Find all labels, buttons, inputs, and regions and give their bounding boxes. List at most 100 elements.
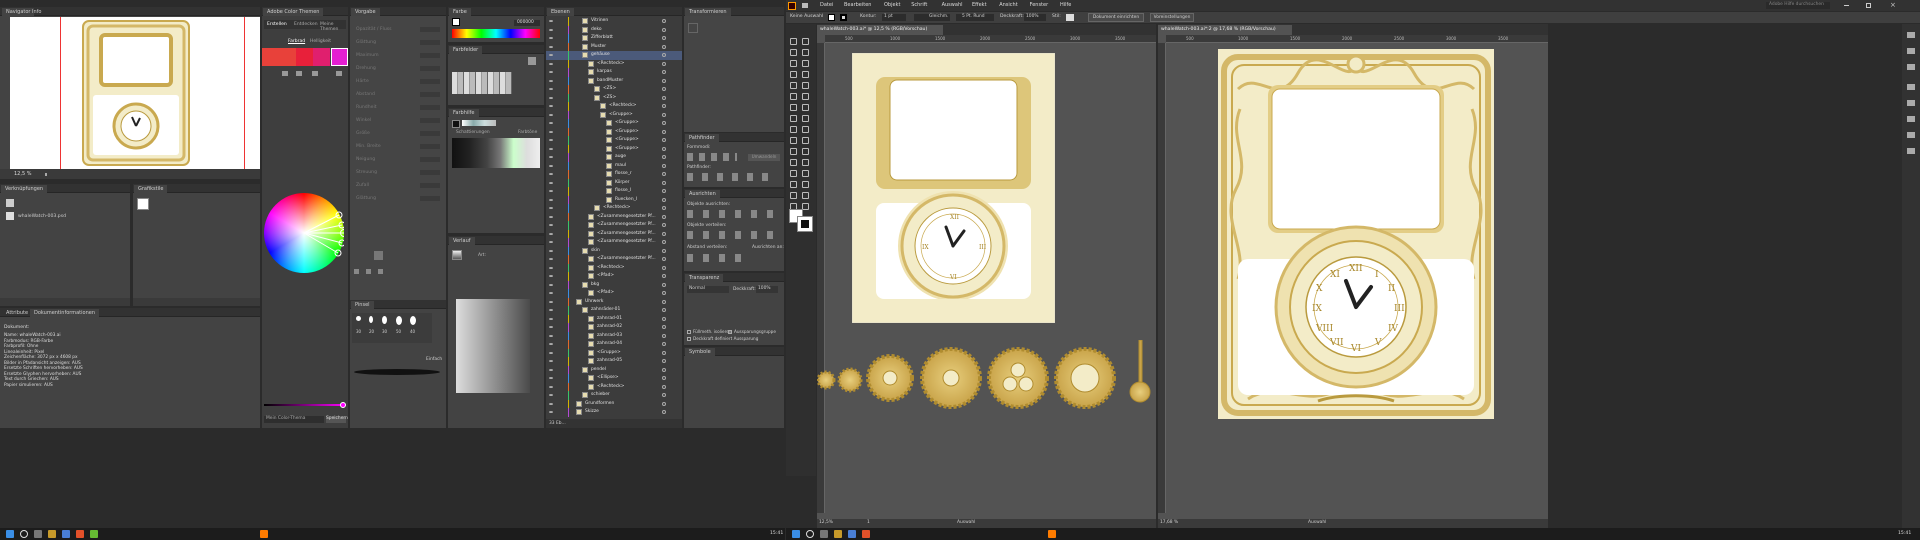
tab-ebenen[interactable]: Ebenen — [547, 8, 574, 16]
layer-row[interactable]: <Pfad> — [546, 272, 682, 281]
visibility-eye-icon[interactable] — [549, 79, 553, 82]
opacity-ctrl-input[interactable]: 100% — [1024, 14, 1046, 21]
visibility-eye-icon[interactable] — [549, 28, 553, 31]
app-icon-4[interactable] — [90, 530, 98, 538]
doc-tab-2[interactable]: whaleWatch-003.ai*:2 @ 17,68 % (RGB/Vors… — [1158, 25, 1292, 35]
search-help-input[interactable]: Adobe Hilfe durchsuchen — [1766, 2, 1830, 9]
menu-item[interactable]: Ansicht — [999, 2, 1017, 8]
theme-swatches[interactable] — [262, 48, 348, 66]
search-icon[interactable] — [20, 530, 28, 538]
gradient-preview[interactable] — [452, 250, 462, 260]
target-icon[interactable] — [662, 257, 666, 261]
transform-ref-point[interactable] — [688, 23, 698, 33]
target-icon[interactable] — [662, 282, 666, 287]
brush-dot-3[interactable] — [382, 316, 387, 324]
visibility-eye-icon[interactable] — [549, 292, 553, 294]
tool-icon[interactable] — [802, 170, 809, 177]
search-icon-2[interactable] — [806, 530, 814, 538]
guide-grid[interactable] — [452, 138, 540, 168]
target-icon[interactable] — [662, 112, 666, 117]
visibility-eye-icon[interactable] — [549, 224, 553, 226]
tool-icon[interactable] — [790, 49, 797, 56]
visibility-eye-icon[interactable] — [549, 394, 553, 396]
tab-verknuepfungen[interactable]: Verknüpfungen — [1, 185, 48, 193]
zoom-input-1[interactable]: 12,5% — [819, 520, 833, 525]
color-wheel[interactable] — [264, 193, 344, 273]
visibility-eye-icon[interactable] — [549, 139, 553, 141]
tab-grafikstile[interactable]: Grafikstile — [134, 185, 168, 193]
tool-icon[interactable] — [790, 159, 797, 166]
tool-icon[interactable] — [802, 38, 809, 45]
brush-dot-2[interactable] — [369, 316, 373, 323]
tool-icon[interactable] — [802, 60, 809, 67]
illustrator-taskbar-icon-2[interactable] — [1048, 530, 1056, 538]
tab-pinsel[interactable]: Pinsel — [351, 301, 374, 309]
preset-field-input[interactable] — [420, 118, 440, 123]
preset-tool-1[interactable] — [354, 269, 359, 274]
target-icon[interactable] — [662, 197, 666, 202]
tab-farbhilfe[interactable]: Farbhilfe — [449, 109, 479, 117]
preset-icon[interactable] — [374, 251, 383, 260]
mode-helligkeit[interactable]: Helligkeit — [310, 39, 331, 44]
visibility-eye-icon[interactable] — [549, 190, 553, 192]
tab-transformieren[interactable]: Transformieren — [685, 8, 731, 16]
theme-swatch-3[interactable] — [296, 48, 313, 66]
brush-grid[interactable]: 30 20 30 50 40 — [352, 313, 432, 343]
home-icon[interactable] — [802, 3, 808, 8]
illustrator-taskbar-icon[interactable] — [260, 530, 268, 538]
target-icon[interactable] — [662, 44, 666, 49]
zoom-slider[interactable] — [45, 173, 47, 176]
target-icon[interactable] — [662, 316, 666, 321]
layer-row[interactable]: Uhrwerk — [546, 297, 682, 306]
theme-swatch-2[interactable] — [279, 48, 296, 66]
theme-swatch-1[interactable] — [262, 48, 279, 66]
tab-vorgabe[interactable]: Vorgabe — [351, 8, 380, 16]
artboard-card-2[interactable]: XIIIIIVIIX IIIIVV VIIVIIIXXI — [1218, 49, 1494, 419]
tool-icon[interactable] — [802, 71, 809, 78]
tab-entdecken[interactable]: Entdecken — [294, 22, 318, 27]
target-icon[interactable] — [662, 367, 666, 372]
preset-tool-3[interactable] — [378, 269, 383, 274]
target-icon[interactable] — [662, 163, 666, 168]
target-icon[interactable] — [662, 180, 666, 185]
layer-row[interactable]: zahnrad-01 — [546, 314, 682, 323]
tool-icon[interactable] — [790, 82, 797, 89]
tool-icon[interactable] — [802, 148, 809, 155]
layer-row[interactable]: flosse_l — [546, 187, 682, 196]
target-icon[interactable] — [662, 87, 666, 91]
target-icon[interactable] — [662, 248, 666, 253]
visibility-eye-icon[interactable] — [549, 122, 553, 124]
menu-item[interactable]: Schrift — [911, 2, 927, 8]
layer-row[interactable]: zahnrad-04 — [546, 340, 682, 349]
tool-icon[interactable] — [790, 181, 797, 188]
app-icon-5[interactable] — [834, 530, 842, 538]
visibility-eye-icon[interactable] — [549, 88, 553, 90]
tab-erstellen[interactable]: Erstellen — [267, 22, 287, 27]
layer-row[interactable]: <Pfad> — [546, 289, 682, 298]
target-icon[interactable] — [662, 231, 666, 236]
layer-row[interactable]: Körper — [546, 178, 682, 187]
app-icon-3[interactable] — [76, 530, 84, 538]
target-icon[interactable] — [662, 325, 666, 329]
tool-icon[interactable] — [790, 60, 797, 67]
target-icon[interactable] — [662, 155, 666, 159]
visibility-eye-icon[interactable] — [549, 377, 553, 379]
hue-slider-thumb[interactable] — [340, 402, 346, 408]
visibility-eye-icon[interactable] — [549, 326, 553, 328]
checkbox-opacity-mask[interactable] — [687, 337, 691, 341]
target-icon[interactable] — [662, 359, 666, 363]
layer-row[interactable]: <Gruppe> — [546, 119, 682, 128]
gradient-ramp[interactable] — [456, 299, 530, 393]
link-thumb-1[interactable] — [6, 199, 14, 207]
visibility-eye-icon[interactable] — [549, 105, 553, 107]
taskview-icon[interactable] — [34, 530, 42, 538]
layer-row[interactable]: Skizze — [546, 408, 682, 417]
visibility-eye-icon[interactable] — [549, 368, 553, 371]
visibility-eye-icon[interactable] — [549, 300, 553, 303]
visibility-eye-icon[interactable] — [549, 258, 553, 260]
visibility-eye-icon[interactable] — [549, 360, 553, 362]
preset-tool-2[interactable] — [366, 269, 371, 274]
visibility-eye-icon[interactable] — [549, 241, 553, 243]
tab-pathfinder[interactable]: Pathfinder — [685, 134, 719, 142]
visibility-eye-icon[interactable] — [549, 173, 553, 175]
